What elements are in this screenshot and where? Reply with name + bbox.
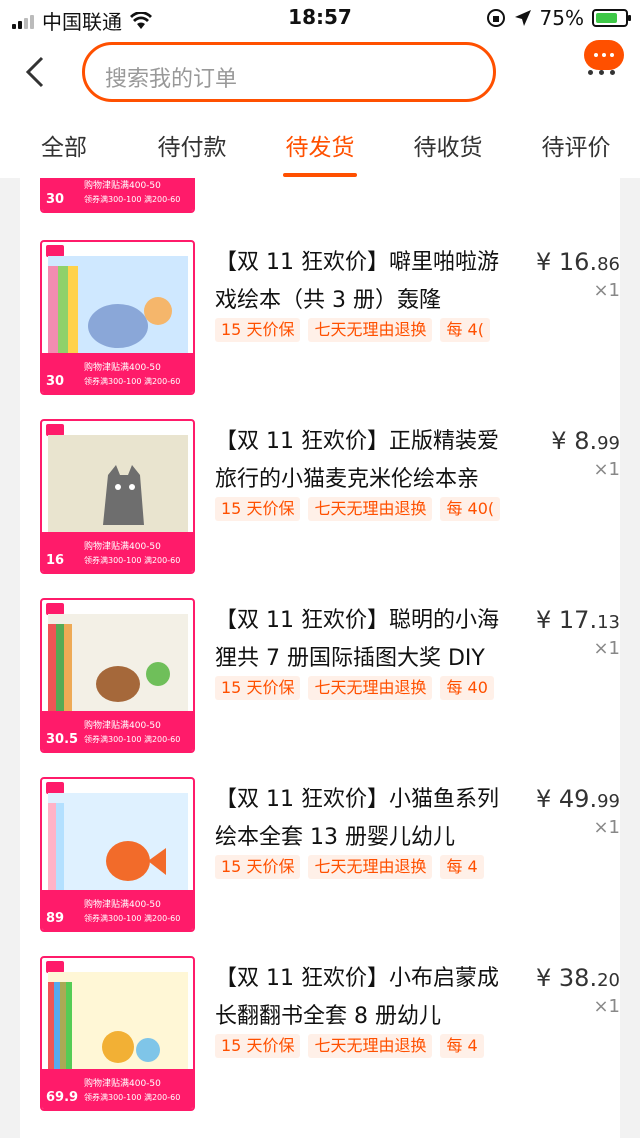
battery-icon bbox=[592, 9, 631, 27]
order-list[interactable]: 30 购物津贴满400-50 领券满300-100 满200-60 30 购物津… bbox=[20, 178, 620, 1138]
tag-price-protect: 15 天价保 bbox=[215, 318, 301, 342]
product-price: ¥ 38.20 bbox=[536, 964, 620, 992]
thumb-promo-2: 领券满300-100 满200-60 bbox=[84, 735, 181, 744]
service-tags: 15 天价保 七天无理由退换每 40 bbox=[215, 676, 505, 702]
thumb-promo-2: 领券满300-100 满200-60 bbox=[84, 1093, 181, 1102]
service-tags: 15 天价保 七天无理由退换每 4 bbox=[215, 855, 505, 881]
product-price: ¥ 16.86 bbox=[536, 248, 620, 276]
thumb-promo-2: 领券满300-100 满200-60 bbox=[84, 195, 181, 204]
tag-price-protect: 15 天价保 bbox=[215, 855, 301, 879]
thumb-promo: 购物津贴满400-50 bbox=[84, 181, 161, 191]
tab-pending-payment[interactable]: 待付款 bbox=[128, 128, 256, 162]
product-price: ¥ 8.99 bbox=[551, 427, 620, 455]
product-thumbnail[interactable]: 30.5 购物津贴满400-50 领券满300-100 满200-60 bbox=[40, 598, 195, 753]
back-icon[interactable] bbox=[18, 50, 58, 94]
product-thumbnail[interactable]: 89 购物津贴满400-50 领券满300-100 满200-60 bbox=[40, 777, 195, 932]
thumb-promo-2: 领券满300-100 满200-60 bbox=[84, 556, 181, 565]
product-quantity: ×1 bbox=[593, 817, 620, 838]
search-placeholder: 搜索我的订单 bbox=[105, 67, 238, 92]
tag-discount: 每 4( bbox=[440, 318, 490, 342]
list-item[interactable]: 89 购物津贴满400-50 领券满300-100 满200-60 【双 11 … bbox=[20, 777, 620, 937]
product-quantity: ×1 bbox=[593, 638, 620, 659]
location-icon bbox=[514, 10, 531, 26]
list-item[interactable]: 30 购物津贴满400-50 领券满300-100 满200-60 【双 11 … bbox=[20, 240, 620, 400]
tab-pending-shipment[interactable]: 待发货 bbox=[256, 128, 384, 162]
product-title[interactable]: 【双 11 狂欢价】聪明的小海狸共 7 册国际插图大奖 DIY bbox=[215, 602, 515, 686]
list-item[interactable]: 69.9 购物津贴满400-50 领券满300-100 满200-60 【双 1… bbox=[20, 956, 620, 1116]
search-input[interactable]: 搜索我的订单 bbox=[82, 42, 496, 102]
service-tags: 15 天价保 七天无理由退换每 4( bbox=[215, 318, 505, 344]
book-cover bbox=[48, 435, 188, 535]
orientation-lock-icon bbox=[486, 9, 505, 27]
thumb-price: 69.9 bbox=[46, 1090, 79, 1105]
product-thumbnail[interactable]: 69.9 购物津贴满400-50 领券满300-100 满200-60 bbox=[40, 956, 195, 1111]
tab-pending-review[interactable]: 待评价 bbox=[512, 128, 640, 162]
product-title[interactable]: 【双 11 狂欢价】小布启蒙成长翻翻书全套 8 册幼儿 bbox=[215, 960, 515, 1044]
tag-return: 七天无理由退换 bbox=[308, 676, 433, 700]
thumb-promo: 购物津贴满400-50 bbox=[84, 900, 161, 910]
thumb-promo-2: 领券满300-100 满200-60 bbox=[84, 914, 181, 923]
tag-return: 七天无理由退换 bbox=[308, 1034, 433, 1058]
product-price: ¥ 49.99 bbox=[536, 785, 620, 813]
list-item-partial[interactable]: 30 购物津贴满400-50 领券满300-100 满200-60 bbox=[20, 178, 620, 218]
order-tabs: 全部 待付款 待发货 待收货 待评价 bbox=[0, 110, 640, 178]
service-tags: 15 天价保 七天无理由退换每 4 bbox=[215, 1034, 505, 1060]
tag-price-protect: 15 天价保 bbox=[215, 497, 301, 521]
product-quantity: ×1 bbox=[593, 280, 620, 301]
list-item[interactable]: 30.5 购物津贴满400-50 领券满300-100 满200-60 【双 1… bbox=[20, 598, 620, 758]
header: 搜索我的订单 bbox=[0, 40, 640, 110]
product-title[interactable]: 【双 11 狂欢价】噼里啪啦游戏绘本（共 3 册）轰隆 bbox=[215, 244, 515, 328]
thumb-promo: 购物津贴满400-50 bbox=[84, 542, 161, 552]
list-item[interactable]: 16 购物津贴满400-50 领券满300-100 满200-60 【双 11 … bbox=[20, 419, 620, 579]
product-price: ¥ 17.13 bbox=[536, 606, 620, 634]
status-right: 75% bbox=[486, 6, 631, 30]
product-thumbnail[interactable]: 30 购物津贴满400-50 领券满300-100 满200-60 bbox=[40, 240, 195, 395]
book-cover bbox=[48, 972, 188, 1072]
tag-price-protect: 15 天价保 bbox=[215, 1034, 301, 1058]
book-cover bbox=[48, 614, 188, 714]
product-title[interactable]: 【双 11 狂欢价】正版精装爱旅行的小猫麦克米伦绘本亲 bbox=[215, 423, 515, 507]
thumb-promo-2: 领券满300-100 满200-60 bbox=[84, 377, 181, 386]
thumb-price: 16 bbox=[46, 553, 65, 568]
tab-pending-receipt[interactable]: 待收货 bbox=[384, 128, 512, 162]
active-tab-indicator bbox=[283, 173, 357, 177]
product-thumbnail[interactable]: 16 购物津贴满400-50 领券满300-100 满200-60 bbox=[40, 419, 195, 574]
more-icon[interactable] bbox=[588, 70, 615, 75]
tag-return: 七天无理由退换 bbox=[308, 318, 433, 342]
message-icon bbox=[584, 40, 624, 70]
product-title[interactable]: 【双 11 狂欢价】小猫鱼系列绘本全套 13 册婴儿幼儿 bbox=[215, 781, 515, 865]
tag-discount: 每 40( bbox=[440, 497, 501, 521]
thumb-promo: 购物津贴满400-50 bbox=[84, 1079, 161, 1089]
book-cover bbox=[48, 256, 188, 356]
product-quantity: ×1 bbox=[593, 996, 620, 1017]
tab-all[interactable]: 全部 bbox=[0, 128, 128, 162]
thumb-promo: 购物津贴满400-50 bbox=[84, 721, 161, 731]
thumb-price: 30 bbox=[46, 374, 65, 389]
tag-discount: 每 40 bbox=[440, 676, 494, 700]
service-tags: 15 天价保 七天无理由退换每 40( bbox=[215, 497, 505, 523]
product-thumbnail[interactable]: 30 购物津贴满400-50 领券满300-100 满200-60 bbox=[40, 178, 195, 213]
thumb-promo: 购物津贴满400-50 bbox=[84, 363, 161, 373]
thumb-price: 89 bbox=[46, 911, 65, 926]
tag-discount: 每 4 bbox=[440, 1034, 484, 1058]
tag-return: 七天无理由退换 bbox=[308, 855, 433, 879]
status-bar: 中国联通 18:57 75% bbox=[0, 0, 640, 40]
product-quantity: ×1 bbox=[593, 459, 620, 480]
battery-percent: 75% bbox=[539, 6, 584, 30]
tag-price-protect: 15 天价保 bbox=[215, 676, 301, 700]
tag-discount: 每 4 bbox=[440, 855, 484, 879]
thumb-price: 30.5 bbox=[46, 732, 79, 747]
tag-return: 七天无理由退换 bbox=[308, 497, 433, 521]
thumb-price: 30 bbox=[46, 192, 65, 207]
book-cover bbox=[48, 793, 188, 893]
